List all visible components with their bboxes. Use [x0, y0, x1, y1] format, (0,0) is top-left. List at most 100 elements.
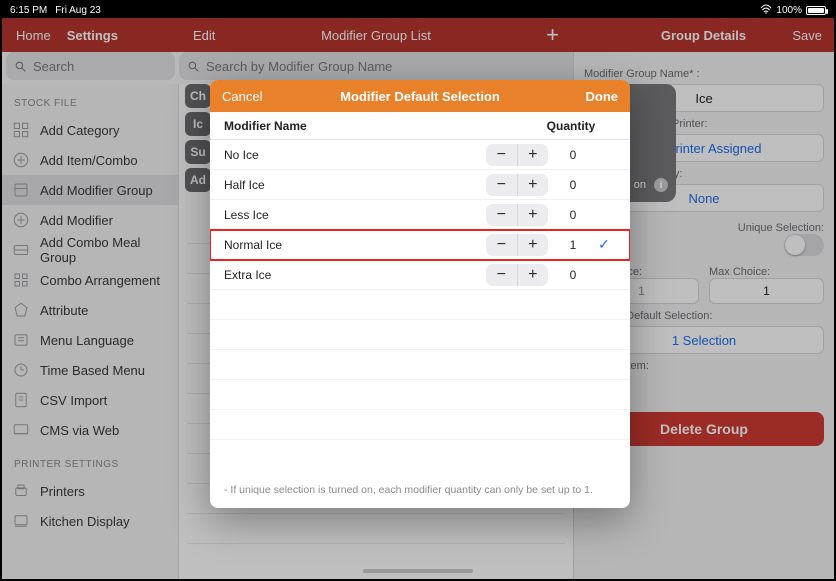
- qty-stepper[interactable]: −+: [486, 204, 548, 226]
- wifi-icon: [760, 4, 772, 17]
- modifier-row[interactable]: Half Ice−+0: [210, 170, 630, 200]
- sidebar-item-label: Add Item/Combo: [40, 153, 138, 168]
- sidebar-icon: [12, 241, 30, 259]
- modifier-name: Half Ice: [224, 178, 486, 192]
- modifier-name: Normal Ice: [224, 238, 486, 252]
- plus-button[interactable]: +: [518, 174, 549, 196]
- group-chip[interactable]: Ch: [185, 84, 211, 108]
- modifier-row[interactable]: Normal Ice−+1✓: [210, 230, 630, 260]
- modifier-name: Extra Ice: [224, 268, 486, 282]
- nav-edit[interactable]: Edit: [179, 28, 215, 43]
- qty-stepper[interactable]: −+: [486, 234, 548, 256]
- sidebar-icon: [12, 211, 30, 229]
- max-label: Max Choice:: [709, 266, 824, 278]
- nav-home[interactable]: Home: [16, 28, 51, 43]
- modifier-row[interactable]: Less Ice−+0: [210, 200, 630, 230]
- sidebar-item[interactable]: CSV Import: [2, 385, 178, 415]
- modifier-name: Less Ice: [224, 208, 486, 222]
- sidebar-item-label: Add Modifier Group: [40, 183, 153, 198]
- sidebar-item[interactable]: Combo Arrangement: [2, 265, 178, 295]
- check-icon: ✓: [598, 236, 616, 253]
- home-indicator: [363, 569, 473, 573]
- sidebar-item[interactable]: CMS via Web: [2, 415, 178, 445]
- sidebar-item[interactable]: Attribute: [2, 295, 178, 325]
- group-chip[interactable]: Ic: [185, 112, 211, 136]
- sidebar-item-label: Add Category: [40, 123, 120, 138]
- minus-button[interactable]: −: [486, 204, 518, 226]
- sidebar-icon: [12, 482, 30, 500]
- sidebar-item-label: Add Combo Meal Group: [40, 235, 168, 265]
- group-chip[interactable]: Su: [185, 140, 211, 164]
- sidebar-item[interactable]: Kitchen Display: [2, 506, 178, 536]
- qty-value: 0: [548, 268, 598, 282]
- minus-button[interactable]: −: [486, 234, 518, 256]
- nav-settings[interactable]: Settings: [67, 28, 118, 43]
- sidebar-icon: [12, 331, 30, 349]
- plus-button[interactable]: +: [518, 144, 549, 166]
- info-icon: i: [654, 178, 668, 192]
- sidebar-section-printer: PRINTER SETTINGS: [2, 445, 178, 476]
- qty-value: 0: [548, 148, 598, 162]
- max-field[interactable]: 1: [709, 278, 824, 304]
- list-search-ph: Search by Modifier Group Name: [206, 59, 392, 74]
- sidebar-item[interactable]: Add Category: [2, 115, 178, 145]
- sidebar-item[interactable]: Add Combo Meal Group: [2, 235, 178, 265]
- sidebar-icon: [12, 361, 30, 379]
- status-bar: 6:15 PM Fri Aug 23 100%: [2, 2, 834, 18]
- battery-icon: [806, 6, 826, 15]
- sidebar-icon: [12, 421, 30, 439]
- add-button[interactable]: +: [546, 22, 559, 48]
- sidebar-search[interactable]: Search: [6, 52, 175, 80]
- qty-stepper[interactable]: −+: [486, 144, 548, 166]
- sidebar-icon: [12, 181, 30, 199]
- sidebar-section-stock: STOCK FILE: [2, 84, 178, 115]
- search-icon: [14, 60, 27, 73]
- sidebar-item[interactable]: Printers: [2, 476, 178, 506]
- sidebar-item-label: CSV Import: [40, 393, 107, 408]
- plus-button[interactable]: +: [518, 264, 549, 286]
- col-qty: Quantity: [526, 119, 616, 133]
- qty-stepper[interactable]: −+: [486, 264, 548, 286]
- modifier-row[interactable]: Extra Ice−+0: [210, 260, 630, 290]
- name-label: Modifier Group Name* :: [584, 68, 824, 80]
- modal-title: Modifier Default Selection: [340, 89, 500, 104]
- modal-cancel[interactable]: Cancel: [210, 89, 262, 104]
- sidebar-item[interactable]: Add Modifier: [2, 205, 178, 235]
- qty-value: 1: [548, 238, 598, 252]
- plus-button[interactable]: +: [518, 234, 549, 256]
- unique-label: Unique Selection:: [709, 222, 824, 234]
- plus-button[interactable]: +: [518, 204, 549, 226]
- modifier-name: No Ice: [224, 148, 486, 162]
- sidebar-item-label: Time Based Menu: [40, 363, 145, 378]
- modifier-row[interactable]: No Ice−+0: [210, 140, 630, 170]
- default-selection-modal: Cancel Modifier Default Selection Done M…: [210, 80, 630, 508]
- save-button[interactable]: Save: [792, 28, 822, 43]
- sidebar-item[interactable]: Add Modifier Group: [2, 175, 178, 205]
- sidebar-search-ph: Search: [33, 59, 74, 74]
- sidebar-item-label: Printers: [40, 484, 85, 499]
- sidebar-item[interactable]: Add Item/Combo: [2, 145, 178, 175]
- sidebar-icon: [12, 301, 30, 319]
- search-icon: [187, 60, 200, 73]
- nav-mid-title: Modifier Group List: [321, 28, 431, 43]
- qty-value: 0: [548, 208, 598, 222]
- status-date: Fri Aug 23: [55, 5, 101, 16]
- sidebar-item-label: Combo Arrangement: [40, 273, 160, 288]
- group-chip[interactable]: Ad: [185, 168, 211, 192]
- minus-button[interactable]: −: [486, 174, 518, 196]
- modal-done[interactable]: Done: [586, 89, 619, 104]
- minus-button[interactable]: −: [486, 264, 518, 286]
- modal-note: - If unique selection is turned on, each…: [210, 474, 630, 508]
- sidebar: STOCK FILE Add Category Add Item/Combo Add…: [2, 84, 179, 579]
- qty-stepper[interactable]: −+: [486, 174, 548, 196]
- unique-toggle[interactable]: [784, 234, 824, 256]
- status-time: 6:15 PM: [10, 5, 47, 16]
- sidebar-item-label: Menu Language: [40, 333, 134, 348]
- col-name: Modifier Name: [224, 119, 307, 133]
- sidebar-item-label: CMS via Web: [40, 423, 119, 438]
- minus-button[interactable]: −: [486, 144, 518, 166]
- sidebar-item[interactable]: Menu Language: [2, 325, 178, 355]
- sidebar-icon: [12, 121, 30, 139]
- sidebar-item[interactable]: Time Based Menu: [2, 355, 178, 385]
- qty-value: 0: [548, 178, 598, 192]
